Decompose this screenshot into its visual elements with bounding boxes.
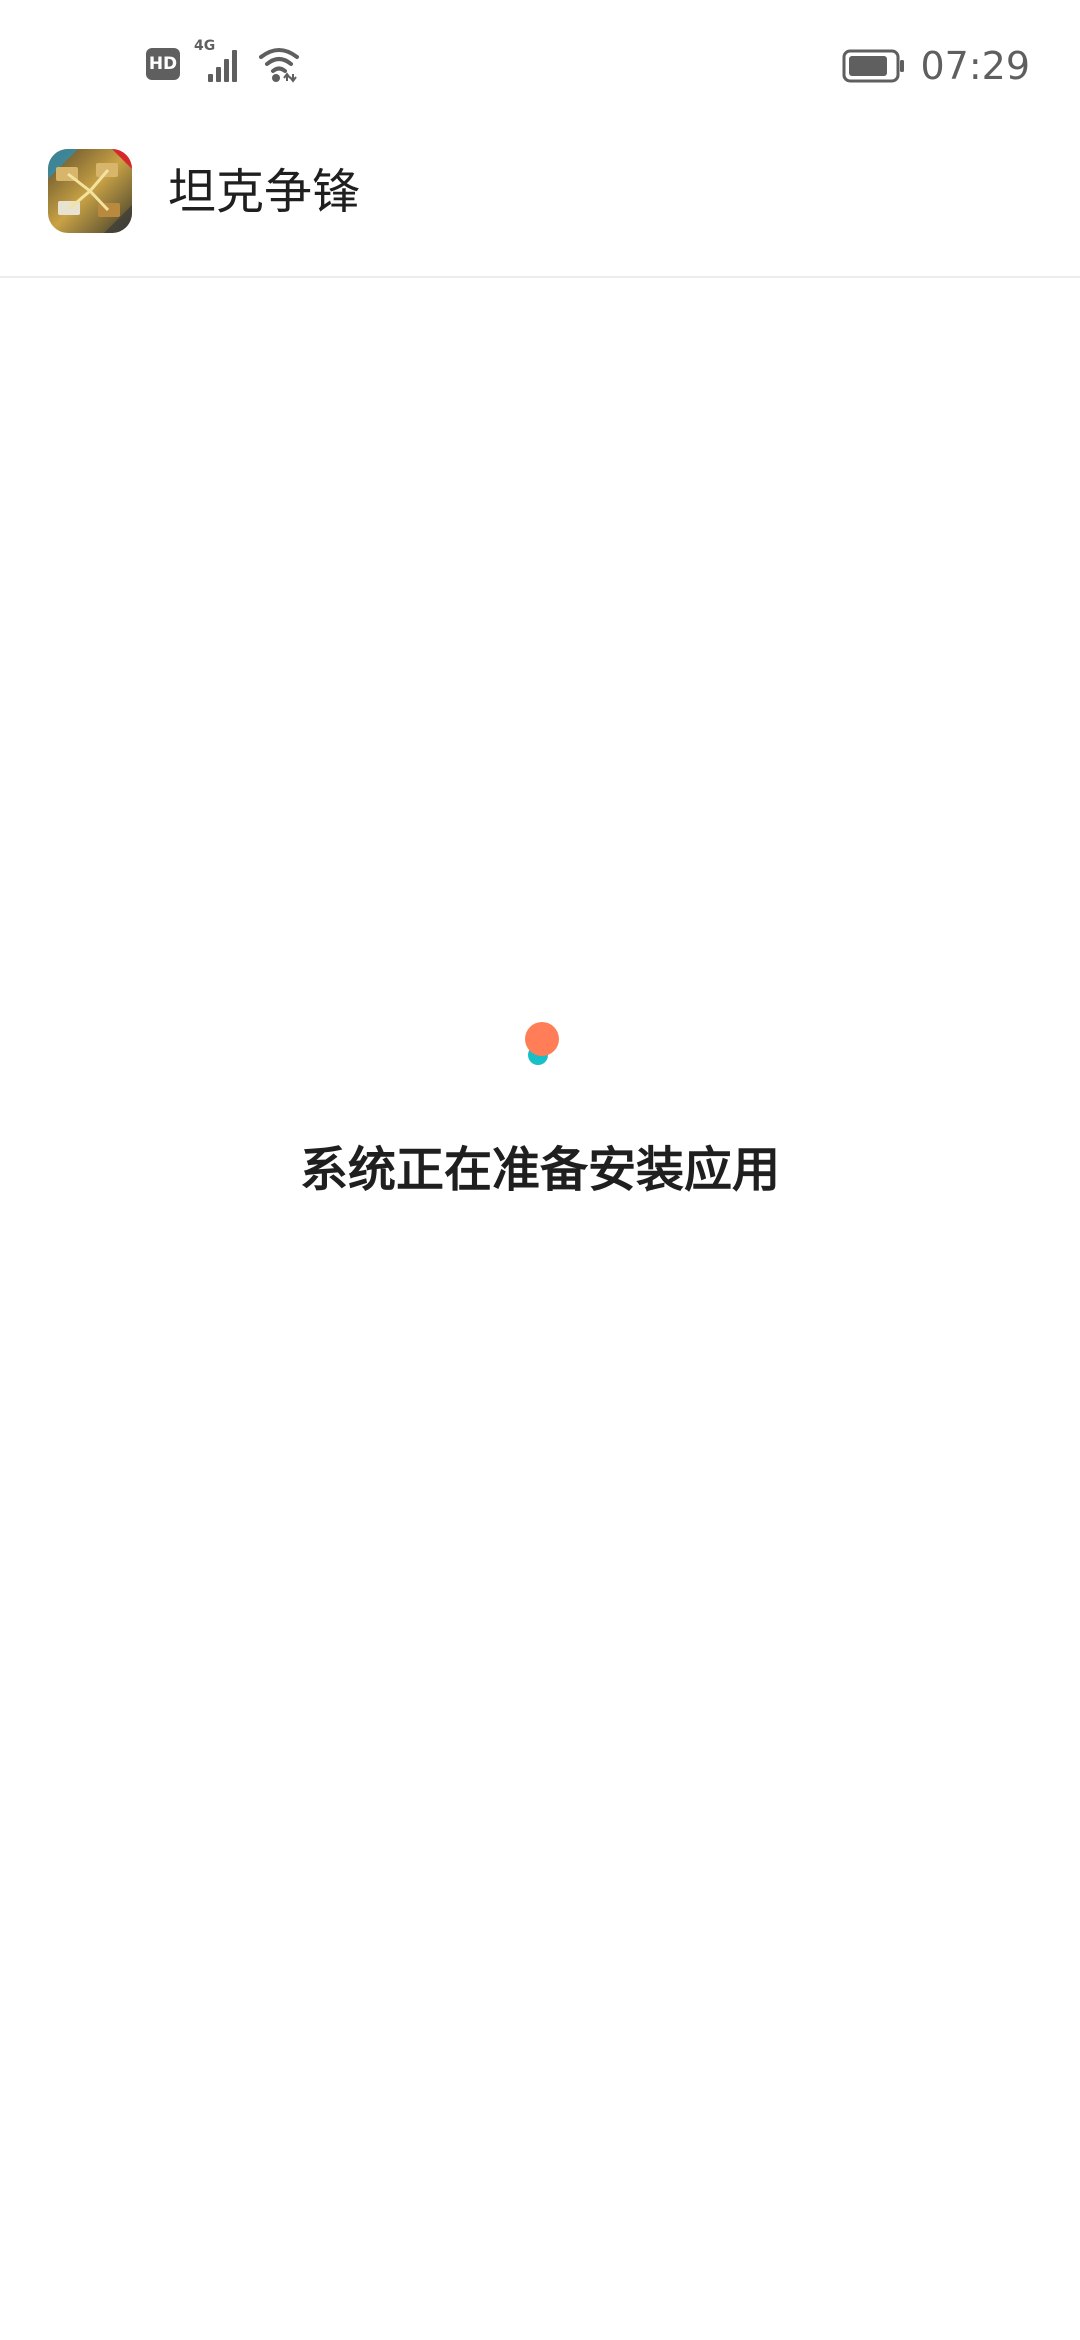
status-bar: HD 4G 07:29 bbox=[0, 0, 1080, 130]
battery-icon bbox=[842, 49, 905, 83]
hd-icon: HD bbox=[146, 48, 180, 80]
network-type-label: 4G bbox=[194, 38, 216, 54]
tank-game-icon bbox=[48, 149, 132, 233]
install-status-message: 系统正在准备安装应用 bbox=[299, 1142, 780, 1198]
status-left-group: HD 4G bbox=[146, 38, 300, 84]
status-time: 07:29 bbox=[920, 44, 1030, 88]
app-header: 坦克争锋 bbox=[0, 130, 1080, 278]
install-screen: HD 4G 07:29 坦克争锋 系统正在准备安装应用 bbox=[0, 0, 1080, 2340]
status-right-group: 07:29 bbox=[842, 44, 1030, 88]
cell-signal-icon: 4G bbox=[194, 38, 248, 84]
loading-dots-icon bbox=[514, 1015, 566, 1071]
app-title: 坦克争锋 bbox=[168, 164, 361, 220]
wifi-icon bbox=[259, 48, 299, 83]
